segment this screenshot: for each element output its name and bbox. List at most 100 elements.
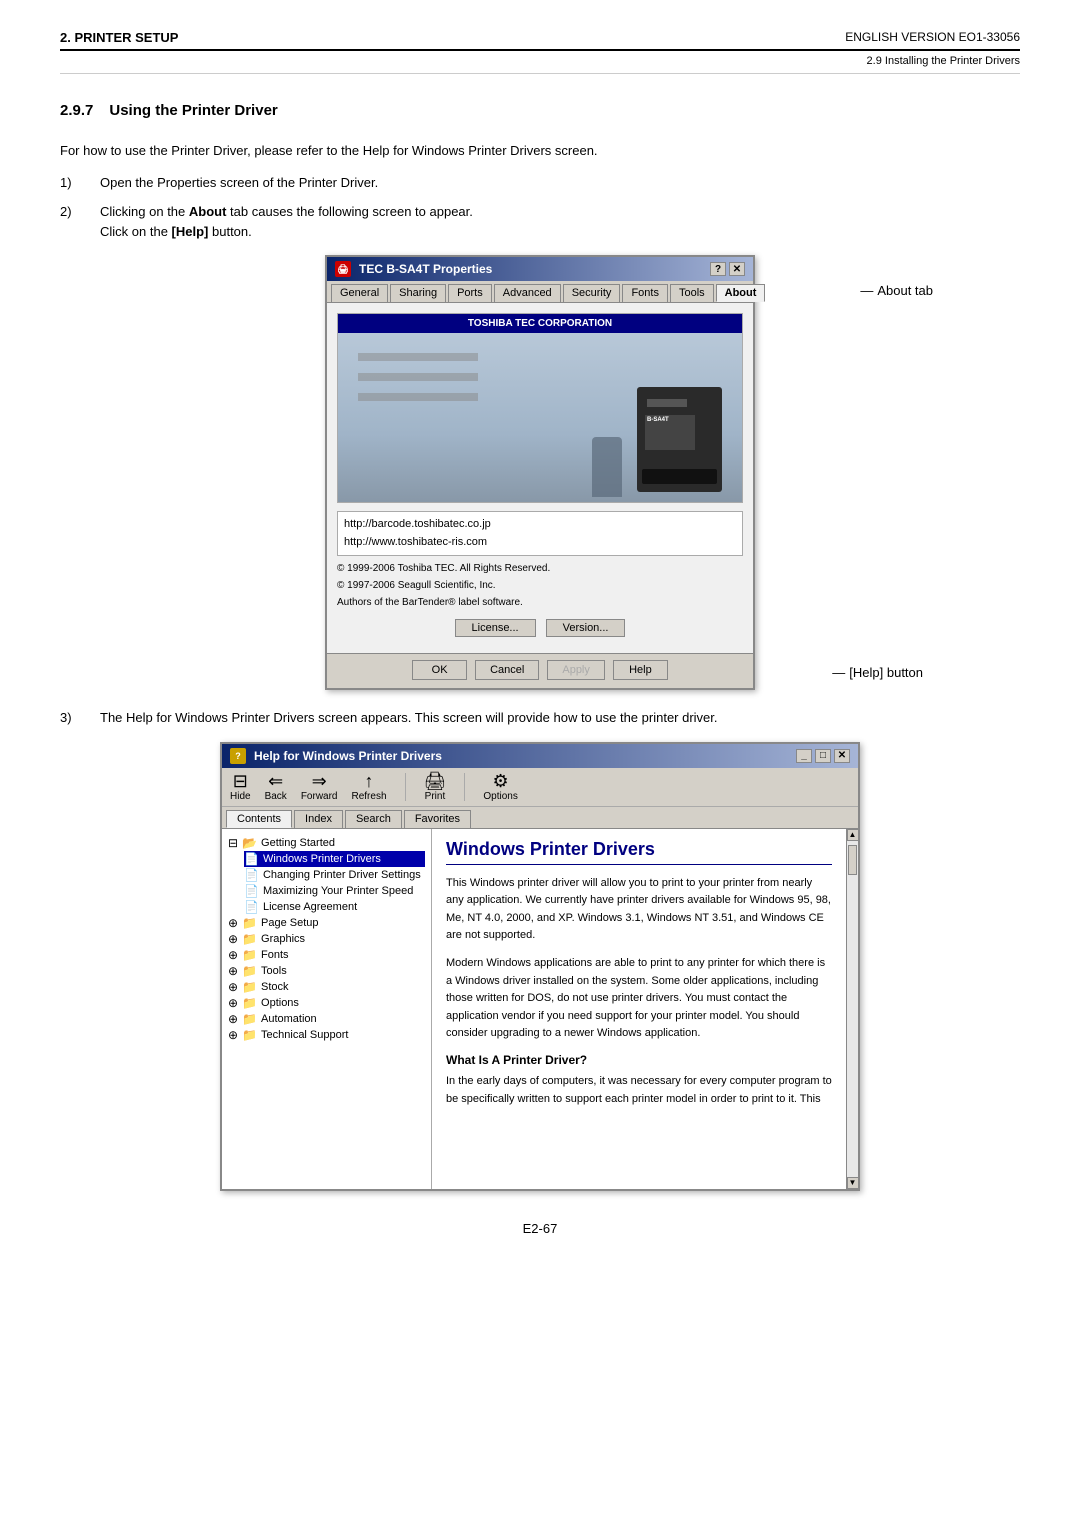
doc-icon-3: 📄 — [244, 884, 259, 898]
folder-icon-au: 📁 — [242, 1012, 257, 1026]
doc-icon-1: 📄 — [244, 852, 259, 866]
scroll-down-arrow[interactable]: ▼ — [847, 1177, 859, 1189]
folder-icon-ps: 📁 — [242, 916, 257, 930]
tree-license[interactable]: 📄 License Agreement — [244, 899, 425, 915]
properties-titlebar: 🖨 TEC B-SA4T Properties ? ✕ — [327, 257, 753, 281]
help-para-1: This Windows printer driver will allow y… — [446, 875, 832, 945]
help-scrollbar[interactable]: ▲ ▼ — [846, 829, 858, 1189]
tree-tools[interactable]: ⊕ 📁 Tools — [228, 963, 425, 979]
tree-automation[interactable]: ⊕ 📁 Automation — [228, 1011, 425, 1027]
tree-children: 📄 Windows Printer Drivers 📄 Changing Pri… — [244, 851, 425, 915]
copyright1: © 1999-2006 Toshiba TEC. All Rights Rese… — [337, 560, 743, 577]
about-links: http://barcode.toshibatec.co.jp http://w… — [337, 511, 743, 556]
tree-stock[interactable]: ⊕ 📁 Stock — [228, 979, 425, 995]
collapse-icon: ⊟ — [228, 836, 238, 850]
expand-icon-op: ⊕ — [228, 996, 238, 1010]
person-silhouette — [592, 437, 622, 497]
tab-security[interactable]: Security — [563, 284, 621, 302]
tab-advanced[interactable]: Advanced — [494, 284, 561, 302]
help-close-btn[interactable]: ✕ — [834, 749, 850, 763]
folder-icon-gr: 📁 — [242, 932, 257, 946]
help-titlebar-buttons[interactable]: _ □ ✕ — [796, 749, 850, 763]
doc-icon-4: 📄 — [244, 900, 259, 914]
step-1-text: Open the Properties screen of the Printe… — [100, 173, 1020, 193]
help-toolbar[interactable]: ⊟ Hide ⇐ Back ⇒ Forward ↑ Refresh 🖨 Prin… — [222, 768, 858, 807]
tree-changing-settings[interactable]: 📄 Changing Printer Driver Settings — [244, 867, 425, 883]
toolbar-print[interactable]: 🖨 Print — [424, 772, 447, 802]
back-icon: ⇐ — [268, 772, 283, 790]
tab-sharing[interactable]: Sharing — [390, 284, 446, 302]
version-button[interactable]: Version... — [546, 619, 626, 637]
help-titlebar-btn[interactable]: ? — [710, 262, 726, 276]
scroll-track[interactable] — [847, 841, 858, 1177]
tree-options[interactable]: ⊕ 📁 Options — [228, 995, 425, 1011]
toolbar-forward[interactable]: ⇒ Forward — [301, 772, 338, 802]
toolbar-divider — [405, 773, 406, 801]
tree-windows-printer-drivers[interactable]: 📄 Windows Printer Drivers — [244, 851, 425, 867]
cancel-button[interactable]: Cancel — [475, 660, 539, 680]
options-label: Options — [483, 791, 517, 802]
toolbar-hide[interactable]: ⊟ Hide — [230, 772, 251, 802]
folder-icon-st: 📁 — [242, 980, 257, 994]
shelf2 — [358, 373, 478, 381]
help-restore-btn[interactable]: □ — [815, 749, 831, 763]
help-tree-panel[interactable]: ⊟ 📂 Getting Started 📄 Windows Printer Dr… — [222, 829, 432, 1189]
refresh-label: Refresh — [352, 791, 387, 802]
step-2-bold2: [Help] — [172, 224, 209, 239]
help-annotation-text: [Help] button — [849, 665, 923, 680]
version-label: ENGLISH VERSION EO1-33056 — [845, 30, 1020, 44]
expand-icon-au: ⊕ — [228, 1012, 238, 1026]
close-titlebar-btn[interactable]: ✕ — [729, 262, 745, 276]
step-2-text2: Click on the — [100, 224, 172, 239]
expand-icon-st: ⊕ — [228, 980, 238, 994]
ok-button[interactable]: OK — [412, 660, 467, 680]
help-para-2: Modern Windows applications are able to … — [446, 955, 832, 1043]
tree-fonts[interactable]: ⊕ 📁 Fonts — [228, 947, 425, 963]
tree-graphics[interactable]: ⊕ 📁 Graphics — [228, 931, 425, 947]
tree-page-setup[interactable]: ⊕ 📁 Page Setup — [228, 915, 425, 931]
apply-button[interactable]: Apply — [547, 660, 605, 680]
tab-tools[interactable]: Tools — [670, 284, 714, 302]
license-version-buttons[interactable]: License... Version... — [337, 619, 743, 637]
scroll-up-arrow[interactable]: ▲ — [847, 829, 859, 841]
help-tab-contents[interactable]: Contents — [226, 810, 292, 828]
help-dialog-wrapper: ? Help for Windows Printer Drivers _ □ ✕… — [60, 742, 1020, 1191]
help-tab-favorites[interactable]: Favorites — [404, 810, 471, 828]
tree-ps-label: Page Setup — [261, 917, 319, 929]
step-3-num: 3) — [60, 708, 100, 728]
tab-ports[interactable]: Ports — [448, 284, 492, 302]
help-tab-index[interactable]: Index — [294, 810, 343, 828]
help-minimize-btn[interactable]: _ — [796, 749, 812, 763]
tree-tech-support[interactable]: ⊕ 📁 Technical Support — [228, 1027, 425, 1043]
step-2-text-post: tab causes the following screen to appea… — [226, 204, 472, 219]
tree-maximizing[interactable]: 📄 Maximizing Your Printer Speed — [244, 883, 425, 899]
properties-tabs[interactable]: General Sharing Ports Advanced Security … — [327, 281, 753, 303]
properties-bottom-buttons[interactable]: OK Cancel Apply Help — [Help] button — [327, 653, 753, 688]
scroll-thumb[interactable] — [848, 845, 857, 875]
step-2-bold: About — [189, 204, 227, 219]
help-titlebar-left: ? Help for Windows Printer Drivers — [230, 748, 442, 764]
tab-general[interactable]: General — [331, 284, 388, 302]
tab-fonts[interactable]: Fonts — [622, 284, 668, 302]
section-title: 2. PRINTER SETUP — [60, 30, 178, 45]
help-tabs[interactable]: Contents Index Search Favorites — [222, 807, 858, 829]
about-annotation-text: About tab — [877, 283, 933, 298]
help-content-panel: Windows Printer Drivers This Windows pri… — [432, 829, 846, 1189]
help-content-title: Windows Printer Drivers — [446, 839, 832, 865]
step-3-text: The Help for Windows Printer Drivers scr… — [100, 708, 1020, 728]
help-tab-search[interactable]: Search — [345, 810, 402, 828]
print-label: Print — [425, 791, 446, 802]
license-button[interactable]: License... — [455, 619, 536, 637]
tree-getting-started[interactable]: ⊟ 📂 Getting Started — [228, 835, 425, 851]
titlebar-buttons[interactable]: ? ✕ — [710, 262, 745, 276]
forward-icon: ⇒ — [312, 772, 327, 790]
toolbar-back[interactable]: ⇐ Back — [265, 772, 287, 802]
toolbar-options[interactable]: ⚙ Options — [483, 772, 517, 802]
tab-about[interactable]: About — [716, 284, 766, 302]
section-heading: Using the Printer Driver — [109, 102, 277, 119]
tree-op-label: Options — [261, 997, 299, 1009]
tree-au-label: Automation — [261, 1013, 317, 1025]
toolbar-refresh[interactable]: ↑ Refresh — [352, 772, 387, 802]
help-button[interactable]: Help — [613, 660, 668, 680]
folder-icon-fn: 📁 — [242, 948, 257, 962]
